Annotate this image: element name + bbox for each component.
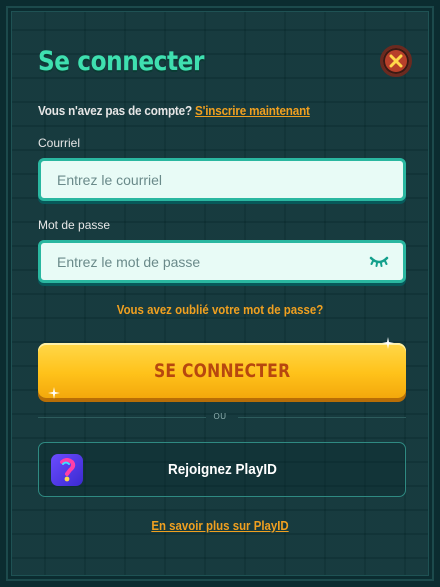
connect-button[interactable]: SE CONNECTER	[38, 343, 406, 398]
playid-button-label: Rejoignez PlayID	[167, 461, 277, 478]
password-field[interactable]	[57, 253, 403, 270]
playid-learn-more-link[interactable]: En savoir plus sur PlayID	[26, 518, 413, 533]
dialog-title: Se connecter	[38, 46, 204, 77]
signup-link[interactable]: S'inscrire maintenant	[195, 103, 310, 118]
divider-right	[238, 417, 406, 418]
playid-logo-icon	[51, 454, 83, 486]
sparkle-icon	[48, 387, 60, 399]
eye-closed-icon[interactable]	[369, 255, 389, 269]
close-button[interactable]	[380, 45, 412, 77]
email-field-container	[38, 158, 406, 201]
signup-line: Vous n'avez pas de compte? S'inscrire ma…	[38, 103, 310, 118]
forgot-password-link[interactable]: Vous avez oublié votre mot de passe?	[26, 302, 413, 317]
dialog-frame	[0, 0, 440, 587]
email-label: Courriel	[38, 136, 81, 150]
connect-button-label: SE CONNECTER	[153, 359, 291, 382]
signup-prompt: Vous n'avez pas de compte?	[38, 103, 192, 118]
close-icon	[389, 54, 403, 68]
password-field-container	[38, 240, 406, 283]
email-field[interactable]	[57, 171, 403, 188]
password-label: Mot de passe	[38, 218, 111, 232]
sparkle-icon	[382, 337, 394, 349]
playid-button[interactable]: Rejoignez PlayID	[38, 442, 406, 497]
